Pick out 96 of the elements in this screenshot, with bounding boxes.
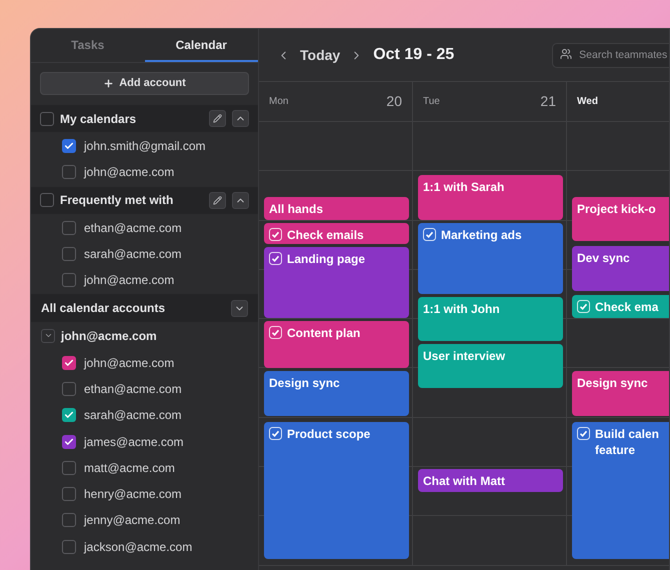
calendar-event[interactable]: Landing page xyxy=(264,247,409,318)
pencil-icon xyxy=(213,114,222,123)
event-title: User interview xyxy=(423,348,506,364)
weekday-label: Mon xyxy=(269,95,288,109)
event-title: Design sync xyxy=(269,375,340,391)
calendar-event[interactable]: Check ema xyxy=(572,295,669,318)
calendar-event[interactable]: 1:1 with Sarah xyxy=(418,175,563,220)
day-number: 21 xyxy=(540,92,556,111)
event-title: Content plan xyxy=(287,325,360,341)
tab[interactable]: Tasks xyxy=(31,29,144,62)
day-number: 20 xyxy=(386,92,402,111)
checkbox[interactable] xyxy=(62,487,76,502)
calendar-email: sarah@acme.com xyxy=(84,407,182,424)
pencil-icon xyxy=(213,196,222,205)
task-check-icon xyxy=(269,228,282,241)
search-field[interactable]: Search teammates xyxy=(552,42,669,68)
event-title: 1:1 with John xyxy=(423,301,500,317)
task-check-icon xyxy=(269,326,282,339)
calendar-email: ethan@acme.com xyxy=(84,380,182,398)
event-title: Design sync xyxy=(577,375,648,391)
calendar-email: john@acme.com xyxy=(84,164,174,182)
calendar-email: jenny@acme.com xyxy=(84,512,180,530)
calendar-event[interactable]: All hands xyxy=(264,197,409,220)
event-title: Check emails xyxy=(287,227,364,243)
check-icon xyxy=(64,410,74,420)
edit-button[interactable] xyxy=(209,110,226,127)
plus-icon xyxy=(103,78,114,89)
task-check-icon xyxy=(269,252,282,265)
event-title: Marketing ads xyxy=(441,227,522,243)
event-title: Landing page xyxy=(287,251,365,267)
calendar-event[interactable]: Design sync xyxy=(264,371,409,416)
people-icon xyxy=(560,48,572,60)
add-account-button[interactable]: Add account xyxy=(40,72,249,95)
calendar-email: henry@acme.com xyxy=(84,486,182,504)
calendar-event[interactable]: User interview xyxy=(418,344,563,388)
calendar-event[interactable]: Build calen feature xyxy=(572,422,669,559)
calendar-event[interactable]: Design sync xyxy=(572,371,669,416)
checkbox[interactable] xyxy=(62,513,76,528)
checkbox[interactable] xyxy=(62,356,76,370)
task-check-icon xyxy=(423,228,436,241)
calendar-event[interactable]: Check emails xyxy=(264,223,409,244)
checkbox[interactable] xyxy=(62,247,76,262)
checkbox[interactable] xyxy=(62,382,76,396)
checkbox[interactable] xyxy=(62,460,76,475)
collapse-button[interactable] xyxy=(232,110,249,127)
calendar-event[interactable]: Chat with Matt xyxy=(418,469,563,492)
task-check-icon xyxy=(577,427,590,440)
check-icon xyxy=(64,358,74,368)
calendar-event[interactable]: 1:1 with John xyxy=(418,297,563,341)
event-title: Chat with Matt xyxy=(423,473,505,489)
tab[interactable]: Calendar xyxy=(144,29,258,62)
checkbox[interactable] xyxy=(62,273,76,288)
section-title: My calendars xyxy=(60,110,138,128)
checkbox[interactable] xyxy=(40,112,54,126)
account-email: john@acme.com xyxy=(61,328,157,345)
checkbox[interactable] xyxy=(62,408,76,422)
calendar-email: ethan@acme.com xyxy=(84,220,182,237)
check-icon xyxy=(64,436,74,447)
calendar-email: james@acme.com xyxy=(84,434,184,451)
calendar-email: jackson@acme.com xyxy=(84,538,192,556)
event-title: Product scope xyxy=(287,426,370,442)
calendar-event[interactable]: Marketing ads xyxy=(418,223,563,294)
checkbox[interactable] xyxy=(40,193,54,208)
calendar-event[interactable]: Dev sync xyxy=(572,246,669,291)
event-title: Dev sync xyxy=(577,250,630,266)
calendar-email: john.smith@gmail.com xyxy=(84,138,206,156)
calendar-event[interactable]: Content plan xyxy=(264,321,409,368)
section-title: Frequently met with xyxy=(60,192,174,210)
collapse-button[interactable] xyxy=(232,192,249,209)
checkbox[interactable] xyxy=(62,220,76,235)
event-title: Project kick-o xyxy=(577,201,656,217)
calendar-email: john@acme.com xyxy=(84,272,174,290)
checkbox[interactable] xyxy=(62,434,76,449)
event-title: Build calen feature xyxy=(595,426,660,458)
event-title: Check ema xyxy=(595,299,658,315)
edit-button[interactable] xyxy=(209,192,226,209)
expand-toggle[interactable] xyxy=(41,328,55,343)
weekday-label: Wed xyxy=(577,95,598,109)
calendar-event[interactable]: Project kick-o xyxy=(572,197,669,241)
event-title: All hands xyxy=(269,201,324,217)
event-title: 1:1 with Sarah xyxy=(423,179,504,195)
section-title: All calendar accounts xyxy=(41,300,166,318)
today-button[interactable]: Today xyxy=(300,44,340,66)
calendar-email: matt@acme.com xyxy=(84,460,175,477)
date-range: Oct 19 - 25 xyxy=(373,45,454,65)
calendar-email: sarah@acme.com xyxy=(84,246,182,264)
checkbox[interactable] xyxy=(62,165,76,180)
checkbox[interactable] xyxy=(62,139,76,154)
checkbox[interactable] xyxy=(62,540,76,554)
check-icon xyxy=(64,141,74,152)
calendar-event[interactable]: Product scope xyxy=(264,422,409,559)
task-check-icon xyxy=(577,300,590,313)
weekday-label: Tue xyxy=(423,95,440,109)
task-check-icon xyxy=(269,427,282,440)
dropdown-button[interactable] xyxy=(231,300,248,317)
calendar-email: john@acme.com xyxy=(84,354,174,372)
